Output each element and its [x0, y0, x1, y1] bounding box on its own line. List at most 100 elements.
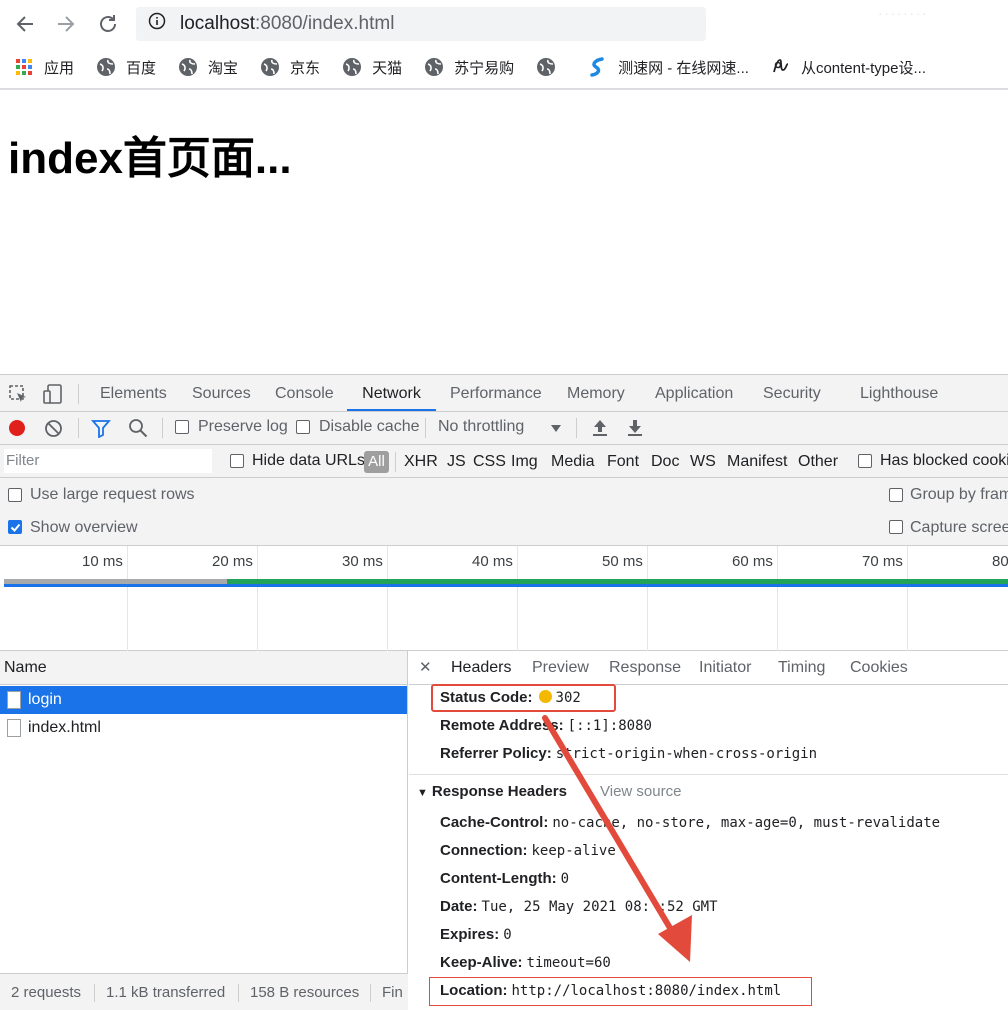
group-by-frame-checkbox[interactable] — [889, 488, 903, 502]
type-filter-doc[interactable]: Doc — [651, 453, 679, 471]
bookmark-label: 测速网 - 在线网速... — [618, 59, 749, 77]
type-filter-css[interactable]: CSS — [473, 453, 506, 471]
bookmark-glyph-icon — [771, 57, 791, 77]
header-value: [::1]:8080 — [567, 718, 652, 734]
tab-sources[interactable]: Sources — [192, 375, 251, 411]
header-key: Cache-Control: — [440, 814, 549, 831]
request-row-index[interactable]: index.html — [0, 714, 407, 742]
chevron-down-icon[interactable] — [550, 421, 562, 439]
bookmark-label: 应用 — [44, 59, 75, 77]
type-filter-xhr[interactable]: XHR — [404, 453, 438, 471]
header-value: http://localhost:8080/index.html — [511, 983, 782, 999]
bookmark-tmall[interactable]: 天猫 — [342, 57, 402, 78]
globe-icon — [536, 57, 556, 77]
type-filter-ws[interactable]: WS — [690, 453, 716, 471]
header-value: 302 — [555, 690, 581, 706]
header-key: Referrer Policy: — [440, 745, 552, 762]
bookmark-apps[interactable]: 应用 — [14, 57, 74, 78]
separator — [238, 984, 239, 1002]
bookmark-taobao[interactable]: 淘宝 — [178, 57, 238, 78]
search-icon[interactable] — [128, 418, 148, 443]
profile-area[interactable]: ········ — [878, 6, 998, 26]
tick-label: 10 ms — [82, 553, 123, 570]
reload-button[interactable] — [93, 9, 123, 39]
site-info-icon[interactable] — [148, 12, 166, 36]
show-overview-checkbox[interactable] — [8, 520, 22, 534]
tab-console[interactable]: Console — [275, 375, 334, 411]
tab-network[interactable]: Network — [347, 375, 436, 411]
tab-performance[interactable]: Performance — [450, 375, 542, 411]
back-button[interactable] — [10, 9, 40, 39]
tab-headers[interactable]: Headers — [451, 651, 511, 685]
large-rows-label: Use large request rows — [30, 486, 195, 503]
header-key: Connection: — [440, 842, 528, 859]
import-har-icon[interactable] — [591, 418, 609, 443]
preserve-log-checkbox[interactable] — [175, 420, 189, 434]
type-filter-other[interactable]: Other — [798, 453, 838, 471]
bookmark-jd[interactable]: 京东 — [260, 57, 320, 78]
tab-preview[interactable]: Preview — [532, 651, 589, 685]
throttling-select[interactable]: No throttling — [438, 418, 524, 436]
url-host: localhost — [180, 13, 255, 34]
tab-timing[interactable]: Timing — [778, 651, 825, 685]
tick-line — [777, 546, 778, 651]
filter-input[interactable]: Filter — [4, 449, 212, 473]
tab-initiator[interactable]: Initiator — [699, 651, 751, 685]
large-rows-checkbox[interactable] — [8, 488, 22, 502]
request-name: login — [28, 691, 62, 708]
type-filter-manifest[interactable]: Manifest — [727, 453, 787, 471]
tick-label: 50 ms — [602, 553, 643, 570]
document-icon — [7, 691, 21, 709]
separator — [162, 418, 163, 438]
bookmark-baidu[interactable]: 百度 — [96, 57, 156, 78]
timeline-overview[interactable]: 10 ms 20 ms 30 ms 40 ms 50 ms 60 ms 70 m… — [0, 546, 1008, 651]
bookmark-unnamed[interactable] — [536, 57, 566, 77]
request-row-login[interactable]: login — [0, 686, 407, 714]
header-connection: Connection: keep-alive — [440, 842, 616, 859]
bookmarks-bar: 应用 百度 淘宝 京东 天猫 苏宁易购 测速网 - 在线网速... 从conte… — [0, 52, 1008, 82]
tick-line — [647, 546, 648, 651]
separator — [395, 452, 396, 472]
type-filter-img[interactable]: Img — [511, 453, 538, 471]
address-bar[interactable]: localhost:8080/index.html — [136, 7, 706, 41]
filter-bar: Filter Hide data URLs All XHR JS CSS Img… — [0, 445, 1008, 478]
view-source-link[interactable]: View source — [600, 783, 681, 800]
triangle-down-icon: ▼ — [417, 787, 428, 799]
capture-screenshots-checkbox[interactable] — [889, 520, 903, 534]
inspect-element-icon[interactable] — [8, 384, 28, 409]
tab-lighthouse[interactable]: Lighthouse — [860, 375, 938, 411]
device-toolbar-icon[interactable] — [42, 383, 64, 410]
disable-cache-checkbox[interactable] — [296, 420, 310, 434]
reload-icon — [100, 15, 116, 32]
type-filter-all[interactable]: All — [364, 451, 389, 473]
tab-elements[interactable]: Elements — [100, 375, 167, 411]
forward-button[interactable] — [51, 9, 81, 39]
filter-icon[interactable] — [91, 419, 111, 443]
response-headers-toggle[interactable]: ▼ Response Headers — [417, 783, 567, 800]
hide-data-urls-checkbox[interactable] — [230, 454, 244, 468]
column-header-name[interactable]: Name — [0, 651, 407, 685]
resources-size: 158 B resources — [250, 984, 360, 1001]
bookmark-suning[interactable]: 苏宁易购 — [424, 57, 514, 78]
has-blocked-cookies-checkbox[interactable] — [858, 454, 872, 468]
tab-security[interactable]: Security — [763, 375, 821, 411]
record-button[interactable] — [8, 419, 26, 442]
clear-icon[interactable] — [44, 419, 63, 443]
tick-line — [907, 546, 908, 651]
type-filter-font[interactable]: Font — [607, 453, 639, 471]
section-title: Response Headers — [431, 783, 567, 800]
export-har-icon[interactable] — [626, 418, 644, 443]
header-location: Location: http://localhost:8080/index.htm… — [440, 982, 781, 999]
tab-cookies[interactable]: Cookies — [850, 651, 908, 685]
bookmark-speedtest[interactable]: 测速网 - 在线网速... — [588, 57, 749, 78]
type-filter-js[interactable]: JS — [447, 453, 466, 471]
bookmark-content-type[interactable]: 从content-type设... — [771, 57, 926, 78]
bookmark-label: 从content-type设... — [800, 59, 926, 77]
tab-memory[interactable]: Memory — [567, 375, 625, 411]
bookmark-label: 京东 — [290, 59, 321, 77]
type-filter-media[interactable]: Media — [551, 453, 595, 471]
tab-application[interactable]: Application — [655, 375, 733, 411]
close-icon[interactable]: ✕ — [419, 651, 432, 685]
tab-response[interactable]: Response — [609, 651, 681, 685]
has-blocked-cookies-label: Has blocked cookie — [880, 452, 1008, 469]
